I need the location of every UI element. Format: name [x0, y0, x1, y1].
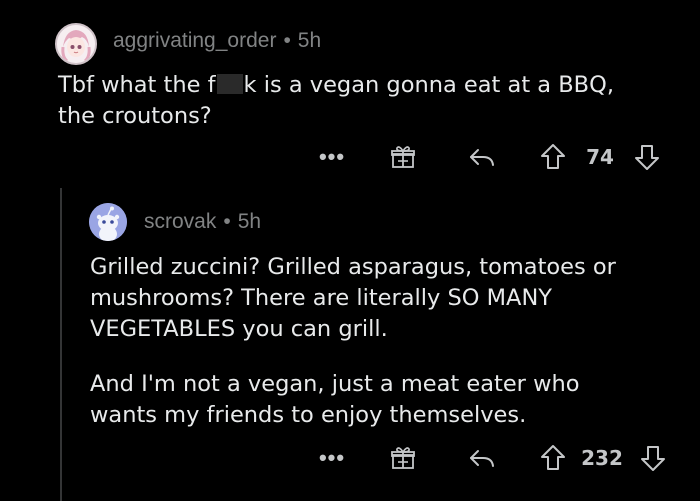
comment-actions: ••• 232 — [0, 441, 700, 475]
snoo-avatar-icon — [89, 203, 127, 241]
vote-count: 232 — [581, 446, 623, 470]
separator-dot: • — [283, 29, 291, 52]
comment-meta: aggrivating_order • 5h — [113, 29, 321, 53]
reply-button[interactable] — [466, 441, 498, 475]
downvote-button[interactable] — [638, 441, 668, 475]
comment-body: Grilled zuccini? Grilled asparagus, toma… — [90, 252, 650, 431]
vote-count: 74 — [586, 145, 614, 169]
downvote-arrow-icon — [641, 446, 665, 471]
username[interactable]: scrovak — [144, 210, 216, 233]
avatar[interactable] — [89, 203, 127, 241]
comment-text-line: Tbf what the fk is a vegan gonna eat at … — [58, 72, 614, 98]
comment-paragraph: Grilled zuccini? Grilled asparagus, toma… — [90, 254, 616, 342]
upvote-arrow-icon — [541, 144, 565, 169]
gift-icon — [391, 447, 415, 469]
comment-meta: scrovak • 5h — [144, 210, 261, 234]
comment-body: Tbf what the fk is a vegan gonna eat at … — [58, 70, 678, 132]
reply-button[interactable] — [466, 140, 498, 174]
upvote-button[interactable] — [538, 441, 568, 475]
comment-paragraph: And I'm not a vegan, just a meat eater w… — [90, 371, 580, 428]
username[interactable]: aggrivating_order — [113, 29, 276, 52]
award-button[interactable] — [388, 441, 418, 475]
more-options-button[interactable]: ••• — [317, 441, 347, 475]
downvote-arrow-icon — [635, 145, 659, 170]
downvote-button[interactable] — [632, 140, 662, 174]
timestamp[interactable]: 5h — [238, 210, 261, 233]
censor-block — [216, 74, 243, 94]
award-button[interactable] — [388, 140, 418, 174]
comment-text-line: the croutons? — [58, 103, 212, 129]
upvote-button[interactable] — [538, 140, 568, 174]
separator-dot: • — [223, 210, 231, 233]
avatar[interactable] — [55, 23, 97, 65]
more-options-button[interactable]: ••• — [317, 140, 347, 174]
upvote-arrow-icon — [541, 445, 565, 470]
anime-avatar-icon — [57, 25, 95, 63]
gift-icon — [391, 146, 415, 168]
reply-arrow-icon — [470, 149, 494, 166]
timestamp[interactable]: 5h — [298, 29, 321, 52]
reply-arrow-icon — [470, 450, 494, 467]
comment-actions: ••• 74 — [0, 140, 700, 174]
